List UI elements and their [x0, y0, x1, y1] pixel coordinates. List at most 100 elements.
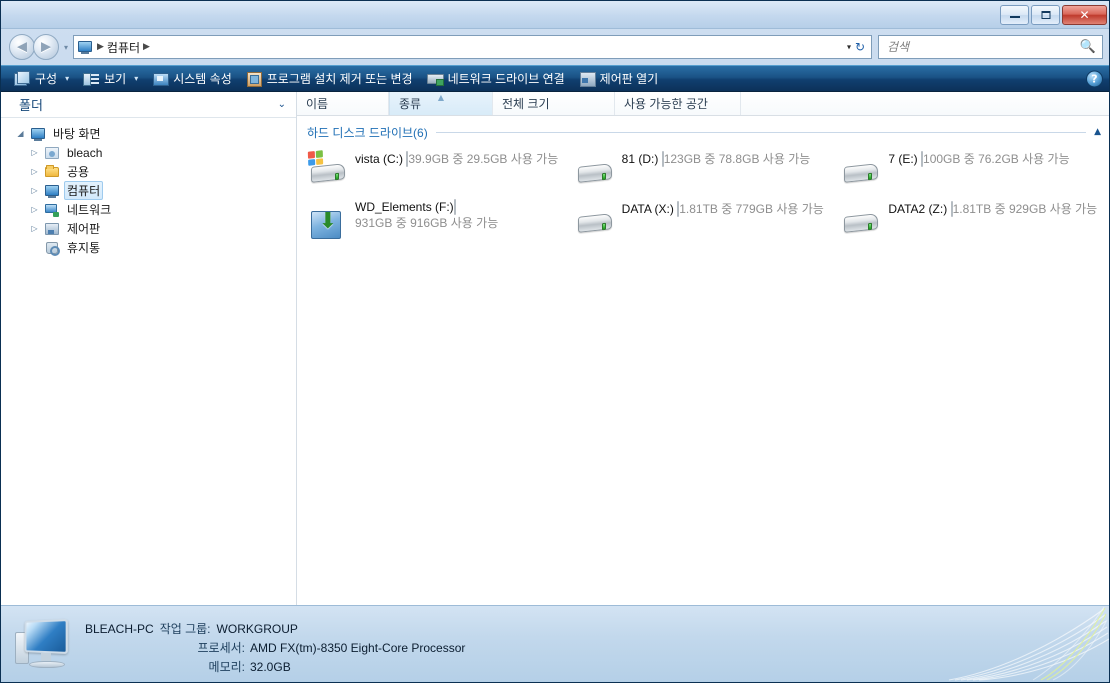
- forward-button[interactable]: ▶: [33, 34, 59, 60]
- refresh-icon[interactable]: ↻: [851, 40, 869, 54]
- back-button[interactable]: ◀: [9, 34, 35, 60]
- search-icon: 🔍: [1079, 39, 1096, 55]
- search-input[interactable]: [887, 36, 1098, 58]
- tree-label-public: 공용: [67, 165, 90, 179]
- drive-capacity-text: 100GB 중 76.2GB 사용 가능: [923, 152, 1070, 166]
- collapse-group-icon[interactable]: ▲: [1094, 127, 1101, 137]
- drive-tile[interactable]: ⬇ WD_Elements (F:) 931GB 중 916GB 사용 가능: [305, 196, 572, 246]
- breadcrumb-trailing-separator-icon[interactable]: ▶: [143, 42, 150, 52]
- toolbar-label-map-network-drive: 네트워크 드라이브 연결: [447, 72, 565, 86]
- minimize-button[interactable]: [1000, 5, 1029, 25]
- file-list-pane: 이름 ▲ 종류 전체 크기 사용 가능한 공간 하드 디스크 드라이브(6) ▲: [297, 92, 1109, 605]
- desktop-icon: [30, 126, 46, 142]
- external-drive-icon: ⬇: [309, 205, 347, 241]
- expander-icon[interactable]: ▷: [29, 148, 40, 157]
- group-divider: [435, 131, 1087, 133]
- close-button[interactable]: ✕: [1062, 5, 1107, 25]
- tree-item-computer[interactable]: ▷ 컴퓨터: [1, 181, 296, 200]
- toolbar-item-organize[interactable]: 구성 ▾: [7, 67, 76, 90]
- system-properties-icon: [152, 71, 170, 86]
- tree-item-recycle-bin[interactable]: 휴지통: [1, 238, 296, 257]
- expander-icon[interactable]: ◢: [15, 129, 26, 138]
- tree-label-network: 네트워크: [67, 203, 112, 217]
- help-icon: ?: [1091, 72, 1098, 85]
- drive-tile[interactable]: 81 (D:) 123GB 중 78.8GB 사용 가능: [572, 146, 839, 196]
- user-folder-icon: [44, 145, 60, 161]
- drive-tile[interactable]: DATA (X:) 1.81TB 중 779GB 사용 가능: [572, 196, 839, 246]
- expander-icon[interactable]: ▷: [29, 186, 40, 195]
- drive-capacity-text: 1.81TB 중 779GB 사용 가능: [679, 202, 824, 216]
- toolbar-item-open-control-panel[interactable]: 제어판 열기: [572, 67, 666, 90]
- address-bar[interactable]: ▶ 컴퓨터 ▶ ▾ ↻: [73, 35, 872, 59]
- expander-icon[interactable]: ▷: [29, 205, 40, 214]
- column-header-row: 이름 ▲ 종류 전체 크기 사용 가능한 공간: [297, 92, 1109, 116]
- drive-icon: [576, 205, 614, 241]
- group-title: 하드 디스크 드라이브(6): [307, 125, 428, 140]
- toolbar-label-uninstall-program: 프로그램 설치 제거 또는 변경: [266, 72, 413, 86]
- drive-icon: [576, 155, 614, 191]
- column-header-total-size[interactable]: 전체 크기: [493, 92, 615, 115]
- drive-icon: [842, 155, 880, 191]
- breadcrumb-item-computer[interactable]: 컴퓨터: [107, 39, 140, 56]
- tree-item-control-panel[interactable]: ▷ 제어판: [1, 219, 296, 238]
- tree-label-bleach: bleach: [67, 145, 103, 160]
- close-icon: ✕: [1079, 8, 1090, 22]
- toolbar-item-system-properties[interactable]: 시스템 속성: [145, 67, 239, 90]
- column-header-free-space[interactable]: 사용 가능한 공간: [615, 92, 741, 115]
- column-header-type[interactable]: ▲ 종류: [389, 92, 493, 115]
- memory-value: 32.0GB: [250, 660, 291, 674]
- maximize-button[interactable]: [1031, 5, 1060, 25]
- computer-icon: [44, 183, 60, 199]
- breadcrumb[interactable]: ▶ 컴퓨터 ▶: [95, 39, 152, 56]
- history-dropdown-button[interactable]: ▾: [59, 43, 73, 52]
- column-header-name[interactable]: 이름: [297, 92, 389, 115]
- details-text-block: BLEACH-PC 작업 그룹: WORKGROUP 프로세서: AMD FX(…: [85, 616, 465, 677]
- search-box[interactable]: 🔍: [878, 35, 1103, 59]
- drive-tiles: vista (C:) 39.9GB 중 29.5GB 사용 가능 81 (D:): [297, 144, 1109, 605]
- column-label-name: 이름: [306, 97, 329, 111]
- drive-usage-bar: [677, 201, 680, 217]
- chevron-down-icon[interactable]: ⌄: [278, 99, 286, 110]
- map-network-drive-icon: [426, 71, 444, 86]
- tree-item-network[interactable]: ▷ 네트워크: [1, 200, 296, 219]
- drive-capacity-text: 39.9GB 중 29.5GB 사용 가능: [408, 152, 559, 166]
- drive-name: WD_Elements (F:): [355, 200, 454, 214]
- drive-tile[interactable]: vista (C:) 39.9GB 중 29.5GB 사용 가능: [305, 146, 572, 196]
- tree-item-public[interactable]: ▷ 공용: [1, 162, 296, 181]
- back-arrow-icon: ◀: [17, 39, 27, 55]
- drive-tile[interactable]: DATA2 (Z:) 1.81TB 중 929GB 사용 가능: [838, 196, 1105, 246]
- recycle-bin-icon: [44, 240, 60, 256]
- drive-name: DATA2 (Z:): [888, 202, 948, 216]
- group-header-hard-disk-drives[interactable]: 하드 디스크 드라이브(6) ▲: [307, 122, 1101, 142]
- tree-item-desktop[interactable]: ◢ 바탕 화면: [1, 124, 296, 143]
- folders-header-label: 폴더: [19, 98, 43, 113]
- explorer-window: ✕ ◀ ▶ ▾ ▶ 컴퓨터 ▶ ▾ ↻ 🔍: [0, 0, 1110, 683]
- memory-label: 메모리:: [208, 660, 245, 674]
- drive-usage-bar: [453, 199, 456, 215]
- expander-icon[interactable]: ▷: [29, 167, 40, 176]
- tree-item-bleach[interactable]: ▷ bleach: [1, 143, 296, 162]
- command-toolbar: 구성 ▾ 보기 ▾ 시스템 속성 프로그램 설치 제거 또는 변경 네트워크 드…: [1, 65, 1109, 92]
- processor-label: 프로세서:: [197, 641, 246, 655]
- column-label-type: 종류: [399, 97, 422, 111]
- details-line-workgroup: BLEACH-PC 작업 그룹: WORKGROUP: [85, 620, 465, 639]
- help-button[interactable]: ?: [1086, 70, 1103, 87]
- minimize-icon: [1009, 16, 1020, 19]
- folders-header[interactable]: 폴더 ⌄: [1, 92, 296, 118]
- toolbar-item-uninstall-program[interactable]: 프로그램 설치 제거 또는 변경: [239, 67, 420, 90]
- toolbar-item-view[interactable]: 보기 ▾: [76, 67, 145, 90]
- tree-label-recycle-bin: 휴지통: [67, 241, 101, 255]
- toolbar-item-map-network-drive[interactable]: 네트워크 드라이브 연결: [420, 67, 572, 90]
- uninstall-program-icon: [246, 71, 262, 87]
- details-line-processor: 프로세서: AMD FX(tm)-8350 Eight-Core Process…: [85, 639, 466, 658]
- system-drive-icon: [307, 150, 347, 191]
- drive-tile[interactable]: 7 (E:) 100GB 중 76.2GB 사용 가능: [838, 146, 1105, 196]
- sort-ascending-icon: ▲: [437, 93, 445, 102]
- details-line-memory: 메모리: 32.0GB: [85, 658, 465, 677]
- chevron-down-icon: ▾: [65, 74, 70, 83]
- expander-icon[interactable]: ▷: [29, 224, 40, 233]
- drive-icon: [842, 205, 880, 241]
- control-panel-icon: [44, 221, 60, 237]
- navigation-pane: 폴더 ⌄ ◢ 바탕 화면 ▷ bleach ▷ 공용 ▷ 컴퓨터 ▷ 네트워크 …: [1, 92, 297, 605]
- toolbar-label-organize: 구성: [35, 72, 58, 86]
